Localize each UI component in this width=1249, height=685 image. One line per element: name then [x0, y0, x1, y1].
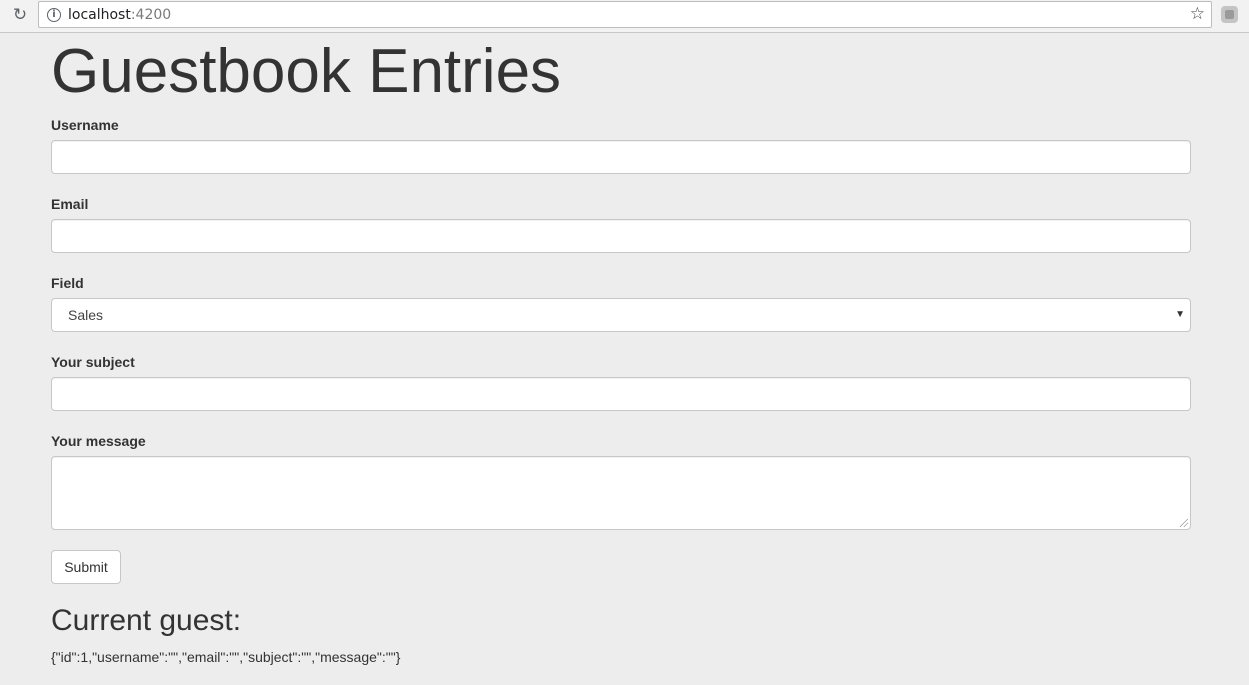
extension-icon[interactable]	[1221, 6, 1238, 23]
email-input[interactable]	[51, 219, 1191, 253]
field-select[interactable]: Sales ▼	[51, 298, 1191, 332]
url-port: :4200	[130, 7, 172, 23]
email-label: Email	[51, 196, 89, 212]
field-label: Field	[51, 275, 84, 291]
url-text: localhost:4200	[68, 7, 171, 23]
subject-input[interactable]	[51, 377, 1191, 411]
address-bar[interactable]: i localhost:4200 ☆	[38, 1, 1212, 28]
subject-label: Your subject	[51, 354, 135, 370]
guestbook-page: Guestbook Entries Username Email Field S…	[51, 34, 1191, 665]
field-selected-value: Sales	[68, 307, 104, 323]
star-icon[interactable]: ☆	[1190, 4, 1205, 24]
username-input[interactable]	[51, 140, 1191, 174]
message-textarea[interactable]	[51, 456, 1191, 530]
browser-toolbar: ↻ i localhost:4200 ☆	[0, 0, 1249, 33]
resize-handle-icon[interactable]	[1180, 519, 1188, 527]
info-icon[interactable]: i	[47, 8, 61, 22]
page-title: Guestbook Entries	[51, 37, 562, 106]
username-label: Username	[51, 117, 119, 133]
chevron-down-icon: ▼	[1175, 309, 1185, 320]
submit-button[interactable]: Submit	[51, 550, 121, 584]
message-label: Your message	[51, 433, 146, 449]
url-host: localhost	[68, 7, 131, 23]
reload-icon[interactable]: ↻	[10, 5, 30, 25]
current-guest-heading: Current guest:	[51, 604, 242, 637]
current-guest-json: {"id":1,"username":"","email":"","subjec…	[51, 649, 401, 665]
